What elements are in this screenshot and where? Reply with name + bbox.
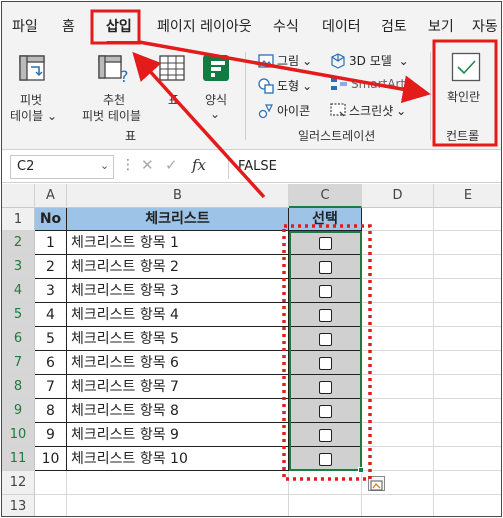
insert-tab-highlight [90, 9, 141, 45]
checkbox-highlight [432, 39, 498, 147]
checkbox-range-highlight [282, 224, 372, 481]
excel-window: 파일 홈 삽입 페이지 레이아웃 수식 데이터 검토 보기 자동 피벗 테이블 … [1, 1, 502, 517]
arrow-to-insert-tab [132, 51, 266, 199]
annotation-overlay [90, 9, 498, 481]
arrow-to-checkbox [138, 40, 431, 104]
